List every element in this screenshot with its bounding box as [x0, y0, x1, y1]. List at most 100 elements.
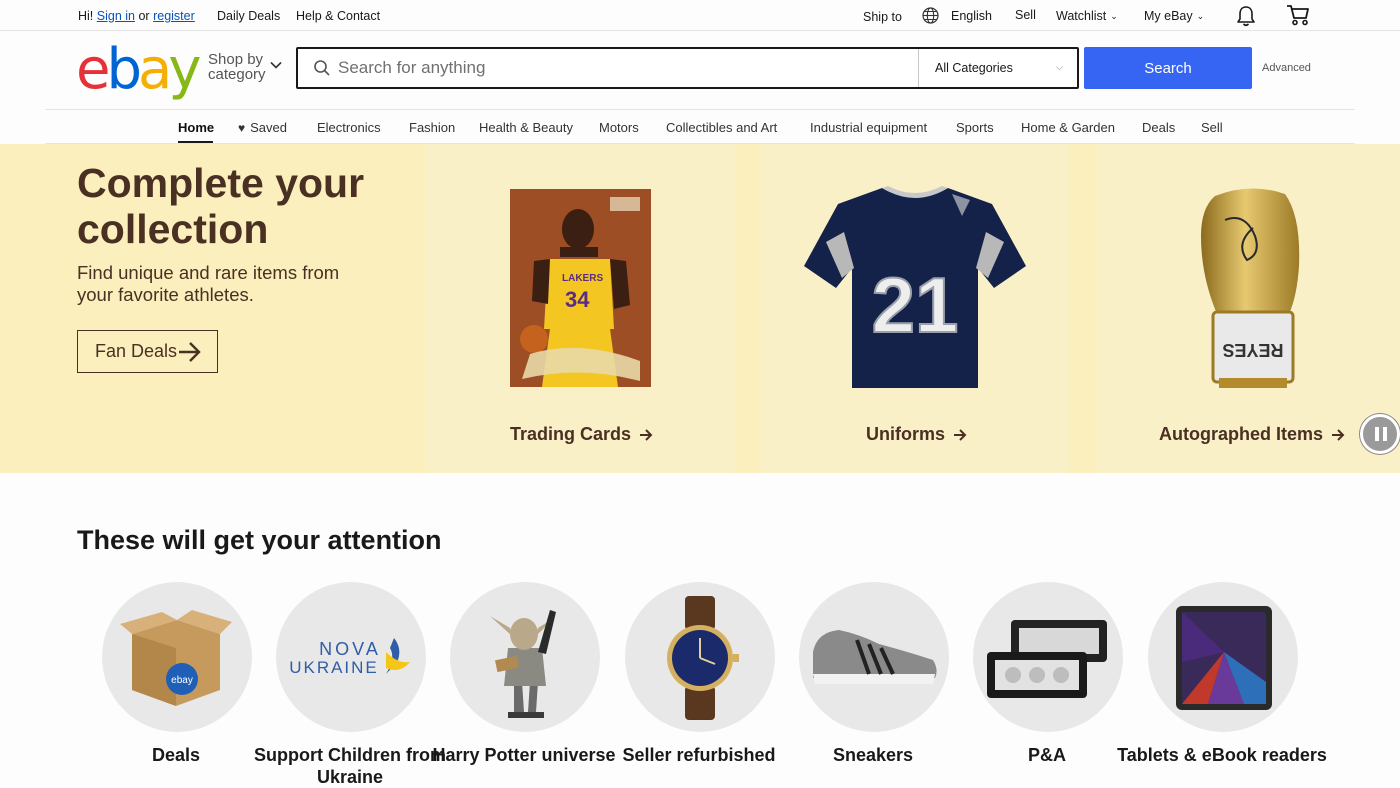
nav-item-sports[interactable]: Sports [956, 120, 994, 135]
nav-item-home[interactable]: Home [178, 120, 214, 135]
watchlist-label: Watchlist [1056, 9, 1107, 23]
search-button[interactable]: Search [1084, 47, 1252, 89]
nav-item-collectibles[interactable]: Collectibles and Art [666, 120, 777, 135]
shop-by-line2: category [208, 66, 266, 83]
logo-letter-a: a [138, 37, 172, 102]
shop-by-category-button[interactable]: Shop by category [208, 52, 266, 82]
category-harry-potter[interactable]: Harry Potter universe [432, 582, 616, 765]
nav-item-sell[interactable]: Sell [1201, 120, 1223, 135]
pause-icon [1383, 427, 1387, 441]
uniforms-label: Uniforms [866, 424, 946, 444]
or-text: or [138, 9, 150, 23]
chevron-down-icon: ⌄ [1196, 11, 1205, 21]
hero-subtitle: Find unique and rare items from your fav… [77, 262, 340, 305]
card-number: 34 [565, 287, 590, 312]
cart-icon[interactable] [1286, 4, 1310, 29]
register-link[interactable]: register [153, 9, 195, 23]
category-label: Tablets & eBook readers [1117, 745, 1327, 765]
category-sneakers[interactable]: Sneakers [798, 582, 950, 765]
nav-item-fashion[interactable]: Fashion [409, 120, 455, 135]
dobby-figure-image [450, 582, 600, 732]
pause-carousel-button[interactable] [1360, 414, 1400, 454]
trading-cards-label: Trading Cards [510, 424, 632, 444]
category-seller-refurbished[interactable]: Seller refurbished [622, 582, 776, 765]
globe-icon[interactable] [922, 7, 939, 27]
category-parts-accessories[interactable]: P&A [972, 582, 1124, 765]
watchlist-dropdown[interactable]: Watchlist ⌄ [1056, 9, 1118, 23]
pause-icon [1375, 427, 1379, 441]
chevron-down-icon[interactable] [270, 59, 282, 71]
arrow-right-icon [1332, 429, 1345, 441]
section-title: These will get your attention [77, 525, 442, 555]
top-bar: Hi! Sign in or register Daily Deals Help… [0, 0, 1400, 31]
nav-item-electronics[interactable]: Electronics [317, 120, 381, 135]
ship-to-link[interactable]: Ship to [863, 10, 902, 24]
arrow-right-icon [179, 342, 201, 362]
nav-item-industrial[interactable]: Industrial equipment [810, 120, 927, 135]
language-link[interactable]: English [951, 9, 992, 23]
notification-bell-icon[interactable] [1236, 5, 1256, 30]
autographed-items-panel[interactable]: REYES Autographed Items [1095, 144, 1400, 473]
tablet-image [1148, 582, 1298, 732]
search-bar: All Categories ⌵ [296, 47, 1079, 89]
help-contact-link[interactable]: Help & Contact [296, 9, 380, 23]
nav-item-deals[interactable]: Deals [1142, 120, 1175, 135]
fan-deals-label: Fan Deals [95, 341, 178, 361]
category-tablets[interactable]: Tablets & eBook readers [1117, 582, 1327, 765]
svg-text:LAKERS: LAKERS [562, 273, 603, 284]
led-light-bar-image [973, 582, 1123, 732]
chevron-down-icon: ⌵ [1056, 62, 1063, 72]
uniforms-link[interactable]: Uniforms [866, 424, 967, 445]
hero-title: Complete your collection [77, 160, 365, 252]
my-ebay-dropdown[interactable]: My eBay ⌄ [1144, 9, 1204, 23]
nav-item-motors[interactable]: Motors [599, 120, 639, 135]
hero-banner: Complete your collection Find unique and… [0, 144, 1400, 473]
sign-in-link[interactable]: Sign in [97, 9, 135, 23]
nav-item-home-garden[interactable]: Home & Garden [1021, 120, 1115, 135]
my-ebay-label: My eBay [1144, 9, 1193, 23]
ukraine-text: UKRAINE [289, 658, 379, 677]
logo-letter-b: b [106, 37, 141, 102]
nova-text: NOVA [319, 639, 381, 659]
ebay-logo[interactable]: ebay [76, 37, 201, 102]
trading-card-image: LAKERS 34 [510, 189, 651, 387]
watch-image [625, 582, 775, 732]
search-icon [314, 60, 330, 76]
nav-item-saved[interactable]: ♥ Saved [238, 120, 287, 135]
advanced-search-link[interactable]: Advanced [1262, 62, 1311, 74]
search-input[interactable] [338, 55, 898, 81]
boxing-glove-image: REYES [1201, 188, 1300, 388]
autographed-items-label: Autographed Items [1159, 424, 1324, 444]
category-support-ukraine[interactable]: NOVA UKRAINE Support Children from Ukrai… [254, 582, 446, 787]
sneaker-image [799, 582, 949, 732]
deals-image: ebay [102, 582, 252, 732]
trading-cards-link[interactable]: Trading Cards [510, 424, 653, 445]
arrow-right-icon [640, 429, 653, 441]
nav-item-health-beauty[interactable]: Health & Beauty [479, 120, 573, 135]
nav-item-saved-label: Saved [250, 120, 287, 135]
uniforms-panel[interactable]: 21 Uniforms [760, 144, 1070, 473]
category-deals[interactable]: ebay Deals [101, 582, 253, 765]
active-tab-indicator [178, 141, 213, 143]
fan-deals-button[interactable]: Fan Deals [77, 330, 218, 373]
arrow-right-icon [954, 429, 967, 441]
greeting: Hi! Sign in or register [78, 9, 195, 23]
greeting-text: Hi! [78, 9, 94, 23]
autographed-items-link[interactable]: Autographed Items [1159, 424, 1345, 445]
trading-cards-panel[interactable]: LAKERS 34 Trading Cards [425, 144, 735, 473]
category-select-value: All Categories [935, 61, 1013, 75]
category-select[interactable]: All Categories ⌵ [918, 49, 1079, 87]
jersey-image: 21 [804, 186, 1026, 388]
sell-link[interactable]: Sell [1015, 8, 1036, 22]
heart-icon: ♥ [238, 121, 246, 135]
daily-deals-link[interactable]: Daily Deals [217, 9, 280, 23]
logo-letter-e: e [76, 37, 111, 102]
jersey-number: 21 [872, 261, 959, 349]
shop-by-line1: Shop by [208, 51, 264, 68]
svg-text:REYES: REYES [1222, 340, 1283, 360]
ebay-badge: ebay [171, 675, 193, 686]
logo-letter-y: y [168, 37, 201, 102]
nova-ukraine-logo: NOVA UKRAINE [276, 582, 426, 732]
category-nav: Home ♥ Saved Electronics Fashion Health &… [45, 109, 1355, 144]
chevron-down-icon: ⌄ [1110, 11, 1118, 21]
